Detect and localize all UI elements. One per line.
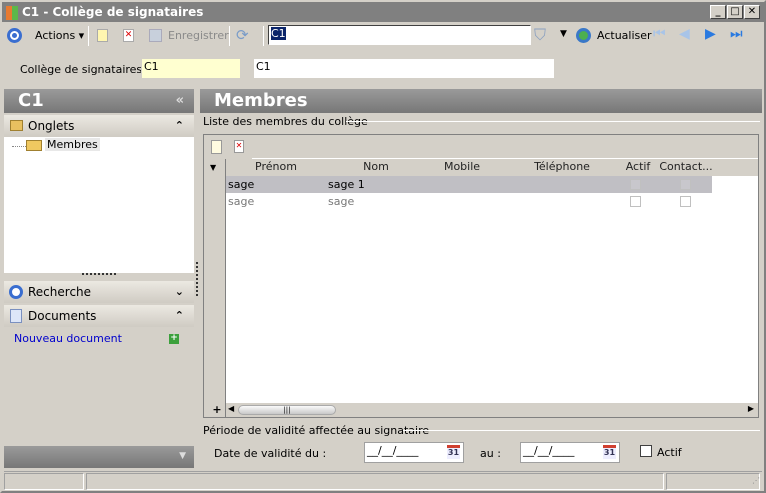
column-nom[interactable]: Nom: [336, 159, 416, 175]
status-bar: ⋰: [4, 471, 762, 490]
actions-label: Actions: [35, 29, 76, 42]
first-record-icon[interactable]: ⏮: [653, 26, 666, 42]
members-group-label: Liste des membres du collège: [203, 115, 368, 128]
filter-dropdown-icon[interactable]: ▼: [560, 29, 567, 39]
column-prenom[interactable]: Prénom: [236, 159, 316, 175]
target-icon[interactable]: [7, 28, 22, 43]
grid-header: Prénom Nom Mobile Téléphone Actif Contac…: [226, 159, 758, 176]
left-footer-bar: ▼: [4, 446, 194, 468]
delete-row-icon[interactable]: ✕: [234, 140, 244, 153]
date-from-label: Date de validité du :: [214, 447, 327, 460]
next-record-icon[interactable]: ▶: [705, 26, 716, 42]
search-value: C1: [271, 27, 286, 40]
actif-checkbox[interactable]: [630, 179, 641, 190]
validity-group-label: Période de validité affectée au signatai…: [203, 424, 430, 437]
column-contact[interactable]: Contact...: [658, 159, 714, 175]
date-from-value: __/__/____: [367, 444, 419, 457]
close-button[interactable]: ✕: [744, 5, 760, 19]
recherche-label: Recherche: [28, 285, 92, 299]
add-document-icon[interactable]: +: [169, 334, 179, 344]
column-mobile[interactable]: Mobile: [422, 159, 502, 175]
tree-item-membres[interactable]: Membres: [45, 138, 100, 151]
scroll-right-icon[interactable]: ▶: [748, 404, 754, 413]
splitter-handle[interactable]: [82, 273, 116, 275]
delete-icon[interactable]: ✕: [123, 29, 134, 42]
horizontal-scrollbar[interactable]: + ◀ ||| ▶: [212, 403, 758, 417]
add-row-icon[interactable]: [211, 140, 222, 154]
calendar-icon[interactable]: 31: [603, 445, 616, 459]
contact-checkbox[interactable]: [680, 196, 691, 207]
filter-icon[interactable]: ⛉: [534, 25, 546, 45]
folder-icon: [10, 120, 23, 131]
row-selector-column: ▼: [204, 159, 226, 417]
college-name-input[interactable]: C1: [253, 58, 555, 79]
members-grid: ✕ ▼ Prénom Nom Mobile Téléphone Actif Co…: [203, 134, 759, 418]
calendar-icon[interactable]: 31: [447, 445, 460, 459]
date-from-input[interactable]: __/__/____ 31: [364, 442, 464, 463]
expand-chevron-icon[interactable]: ⌄: [175, 281, 184, 303]
section-documents[interactable]: Documents ⌃: [4, 305, 194, 327]
new-icon[interactable]: [97, 29, 108, 42]
collapse-panel-button[interactable]: «: [176, 89, 184, 113]
sync-icon[interactable]: ⟳: [236, 26, 249, 44]
status-pane: [666, 473, 760, 490]
left-panel-title: C1: [18, 90, 44, 111]
college-label: Collège de signataires :: [20, 63, 150, 76]
minimize-button[interactable]: _: [710, 5, 726, 19]
title-bar: C1 - Collège de signataires _ □ ✕: [2, 2, 764, 22]
refresh-icon[interactable]: [576, 28, 591, 43]
tree-view: Membres: [4, 137, 194, 273]
save-button[interactable]: Enregistrer: [168, 29, 229, 42]
vertical-splitter[interactable]: [196, 262, 198, 296]
new-document-link[interactable]: Nouveau document: [14, 332, 122, 345]
left-panel-header: C1 «: [4, 89, 194, 113]
actif-checkbox[interactable]: [640, 445, 652, 457]
cell-prenom: sage: [228, 178, 255, 191]
actif-checkbox[interactable]: [630, 196, 641, 207]
grid-toolbar: ✕: [204, 135, 758, 159]
cell-prenom: sage: [228, 195, 255, 208]
date-to-value: __/__/____: [523, 444, 575, 457]
actif-label: Actif: [657, 446, 682, 459]
scroll-thumb[interactable]: |||: [238, 405, 336, 415]
save-icon: [149, 29, 162, 42]
column-actif[interactable]: Actif: [622, 159, 654, 175]
main-header: Membres: [200, 89, 762, 113]
refresh-button[interactable]: Actualiser: [597, 29, 652, 42]
search-target-icon: [9, 285, 23, 299]
left-panel: C1 « Onglets ⌃ Membres Recherche ⌄ Docume…: [4, 89, 194, 469]
actions-menu[interactable]: Actions ▾: [35, 29, 84, 42]
table-row[interactable]: sage sage: [226, 193, 712, 210]
section-recherche[interactable]: Recherche ⌄: [4, 281, 194, 303]
last-record-icon[interactable]: ⏭: [730, 26, 743, 42]
onglets-label: Onglets: [28, 119, 75, 133]
toolbar: Actions ▾ ✕ Enregistrer ⟳ C1 ⛉ ▼ Actuali…: [0, 24, 766, 48]
status-pane: [4, 473, 84, 490]
resize-grip-icon[interactable]: ⋰: [752, 476, 760, 485]
college-code-input[interactable]: C1: [141, 58, 241, 79]
documents-label: Documents: [28, 309, 97, 323]
add-row-button[interactable]: +: [208, 403, 226, 416]
document-icon: [10, 309, 22, 323]
contact-checkbox[interactable]: [680, 179, 691, 190]
date-to-input[interactable]: __/__/____ 31: [520, 442, 620, 463]
collapse-chevron-icon[interactable]: ⌃: [175, 115, 184, 137]
section-onglets[interactable]: Onglets ⌃: [4, 115, 194, 137]
grid-menu-icon[interactable]: ▼: [210, 163, 216, 172]
collapse-chevron-icon[interactable]: ⌃: [175, 305, 184, 327]
cell-nom: sage: [328, 195, 355, 208]
column-telephone[interactable]: Téléphone: [512, 159, 612, 175]
scroll-left-icon[interactable]: ◀: [228, 404, 234, 413]
maximize-button[interactable]: □: [727, 5, 743, 19]
window-title: C1 - Collège de signataires: [22, 5, 204, 19]
cell-nom: sage 1: [328, 178, 365, 191]
date-to-label: au :: [480, 447, 501, 460]
search-input[interactable]: C1: [268, 25, 531, 45]
previous-record-icon[interactable]: ◀: [679, 26, 690, 42]
open-folder-icon: [26, 140, 42, 151]
status-pane: [86, 473, 664, 490]
table-row[interactable]: sage sage 1: [226, 176, 712, 193]
